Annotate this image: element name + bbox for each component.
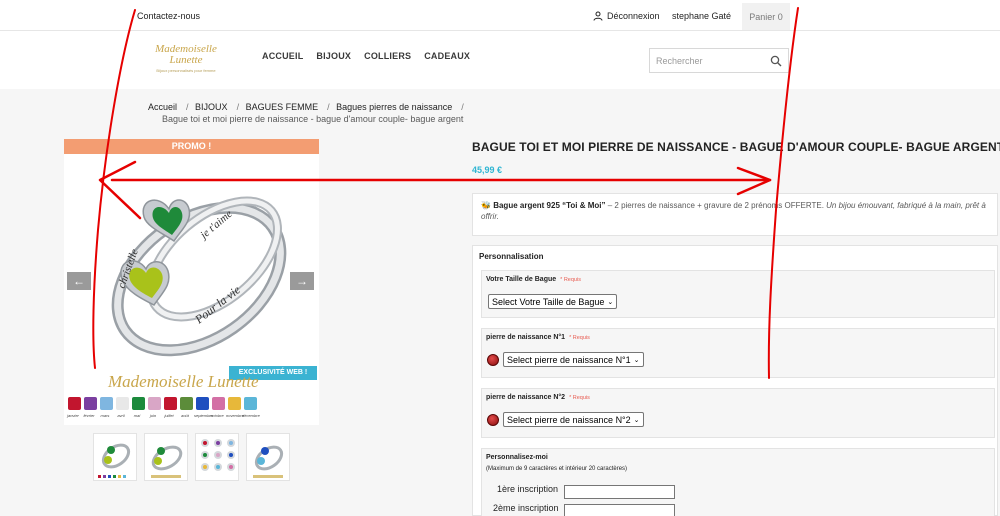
inscription2-label: 2ème inscription — [493, 503, 559, 513]
header: Mademoiselle Lunette Bijoux personnalisé… — [0, 31, 1000, 89]
month-label: juin — [149, 413, 157, 418]
bee-icon: 🐝 — [481, 201, 491, 210]
nav-bijoux[interactable]: BIJOUX — [316, 51, 351, 61]
month-label: décembre — [242, 413, 260, 418]
thumbnail-2[interactable] — [144, 433, 188, 481]
nav-cadeaux[interactable]: CADEAUX — [424, 51, 470, 61]
breadcrumb-current: Bague toi et moi pierre de naissance - b… — [162, 114, 464, 124]
required-badge: * Requis — [569, 335, 590, 341]
size-field: Votre Taille de Bague * Requis Select Vot… — [481, 270, 995, 318]
birthstone-icon — [487, 354, 499, 366]
user-icon — [593, 11, 603, 21]
month-labels: janvier février mars avril mai juin juillet aoû… — [66, 413, 260, 418]
birthstone-swatch — [132, 397, 145, 410]
arrow-left-icon: ← — [73, 274, 85, 288]
stone2-label: pierre de naissance N°2 — [486, 394, 566, 401]
nav-colliers[interactable]: COLLIERS — [364, 51, 411, 61]
next-image-button[interactable]: → — [290, 272, 314, 290]
thumbnail-3[interactable] — [195, 433, 239, 481]
birthstone-swatch — [180, 397, 193, 410]
stone1-field: pierre de naissance N°1 * Requis Select p… — [481, 328, 995, 378]
breadcrumb-bagues-femme[interactable]: BAGUES FEMME — [246, 102, 319, 112]
month-label: septembre — [194, 413, 213, 418]
inscription1-label: 1ère inscription — [497, 484, 559, 494]
birthstone-swatch — [68, 397, 81, 410]
birthstone-icon — [487, 414, 499, 426]
inscription2-input[interactable] — [564, 504, 675, 516]
personalization-panel: Personnalisation Votre Taille de Bague * … — [472, 245, 998, 516]
required-badge: * Requis — [560, 277, 581, 283]
month-label: octobre — [210, 413, 224, 418]
desc-plain: – 2 pierres de naissance + gravure de 2 … — [605, 201, 827, 210]
breadcrumb-bagues-pierres[interactable]: Bagues pierres de naissance — [336, 102, 452, 112]
custom-text-field: Personnalisez-moi (Maximum de 9 caractèr… — [481, 448, 995, 516]
month-label: mars — [100, 413, 110, 418]
personalization-title: Personnalisation — [479, 252, 544, 261]
chevron-down-icon: ⌄ — [607, 298, 614, 306]
size-select[interactable]: Select Votre Taille de Bague ⌄ — [488, 294, 618, 309]
month-label: août — [181, 413, 189, 418]
logo-line2: Lunette — [169, 54, 203, 66]
month-label: mai — [133, 413, 141, 418]
thumbnail-4[interactable] — [246, 433, 290, 481]
top-bar: Contactez-nous Déconnexion stephane Gaté… — [0, 0, 1000, 31]
account-link[interactable]: stephane Gaté — [672, 11, 731, 21]
breadcrumb-bijoux[interactable]: BIJOUX — [195, 102, 228, 112]
inscription1-input[interactable] — [564, 485, 675, 499]
thumbnail-1[interactable] — [93, 433, 137, 481]
birthstone-swatch — [228, 397, 241, 410]
logout-link[interactable]: Déconnexion — [593, 11, 660, 21]
birthstone-swatch — [196, 397, 209, 410]
birthstone-swatch — [244, 397, 257, 410]
stone1-label: pierre de naissance N°1 — [486, 334, 566, 341]
month-label: janvier — [67, 413, 79, 418]
month-label: juillet — [164, 413, 174, 418]
birthstone-swatch — [212, 397, 225, 410]
stone2-select[interactable]: Select pierre de naissance N°2 ⌄ — [503, 412, 644, 427]
month-label: novembre — [226, 413, 244, 418]
stone2-select-value: Select pierre de naissance N°2 — [507, 414, 631, 425]
nav-accueil[interactable]: ACCUEIL — [262, 51, 303, 61]
size-select-value: Select Votre Taille de Bague — [492, 296, 605, 307]
breadcrumb: Accueil / BIJOUX / BAGUES FEMME / Bagues pi… — [148, 101, 468, 125]
size-label: Votre Taille de Bague — [486, 276, 557, 283]
breadcrumb-accueil[interactable]: Accueil — [148, 102, 177, 112]
custom-sublabel: (Maximum de 9 caractères et intérieur 20… — [486, 466, 628, 472]
thumbnail-strip — [93, 433, 290, 481]
logout-label: Déconnexion — [607, 11, 660, 21]
search-placeholder: Rechercher — [656, 56, 703, 66]
promo-badge: PROMO ! — [64, 139, 319, 154]
birthstone-swatch — [84, 397, 97, 410]
search-input[interactable]: Rechercher — [649, 48, 789, 73]
stone1-select[interactable]: Select pierre de naissance N°1 ⌄ — [503, 352, 644, 367]
brand-watermark: Mademoiselle Lunette — [108, 372, 259, 391]
prev-image-button[interactable]: ← — [67, 272, 91, 290]
product-price: 45,99 € — [472, 165, 503, 175]
main-nav: ACCUEIL BIJOUX COLLIERS CADEAUX — [262, 51, 470, 61]
birthstone-swatch — [148, 397, 161, 410]
stone2-field: pierre de naissance N°2 * Requis Select p… — [481, 388, 995, 438]
cart-button[interactable]: Panier 0 — [742, 3, 790, 30]
product-title: BAGUE TOI ET MOI PIERRE DE NAISSANCE - B… — [472, 140, 1000, 154]
desc-bold: Bague argent 925 “Toi & Moi” — [493, 201, 606, 210]
custom-label: Personnalisez-moi — [486, 454, 548, 461]
required-badge: * Requis — [569, 395, 590, 401]
month-label: février — [83, 413, 95, 418]
birthstone-row — [68, 397, 257, 410]
chevron-down-icon: ⌄ — [633, 416, 640, 424]
chevron-down-icon: ⌄ — [633, 356, 640, 364]
contact-link[interactable]: Contactez-nous — [137, 11, 200, 21]
product-description: 🐝 Bague argent 925 “Toi & Moi” – 2 pierr… — [472, 193, 998, 236]
search-icon[interactable] — [770, 55, 782, 67]
logo[interactable]: Mademoiselle Lunette Bijoux personnalisé… — [138, 44, 234, 74]
arrow-right-icon: → — [296, 274, 308, 288]
birthstone-swatch — [100, 397, 113, 410]
month-label: avril — [117, 413, 125, 418]
logo-tagline: Bijoux personnalisés pour femme — [156, 68, 216, 73]
stone1-select-value: Select pierre de naissance N°1 — [507, 354, 631, 365]
birthstone-swatch — [164, 397, 177, 410]
birthstone-swatch — [116, 397, 129, 410]
